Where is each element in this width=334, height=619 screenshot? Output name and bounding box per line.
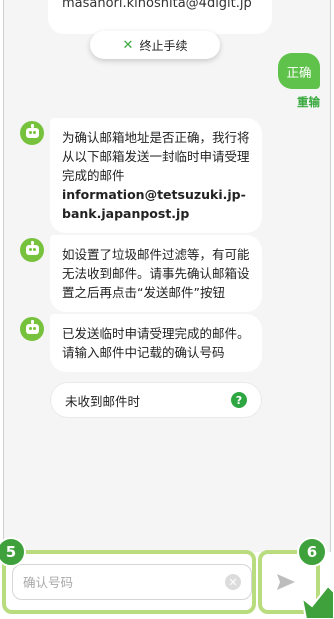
resend-link[interactable]: 重输 [297, 94, 320, 110]
bot-avatar-icon [20, 317, 44, 341]
hand-pointer-icon [300, 584, 334, 619]
quick-reply-label: 未收到邮件时 [65, 393, 141, 409]
cancel-procedure-button[interactable]: ✕ 终止手续 [90, 31, 220, 59]
previous-message-card: masahori.kinoshita@4digit.jp [48, 0, 272, 34]
quick-reply-no-email[interactable]: 未收到邮件时 ? [50, 382, 262, 418]
bot-message-2: 如设置了垃圾邮件过滤等，有可能无法收到邮件。请事先确认邮箱设置之后再点击“发送邮… [50, 235, 262, 312]
bot-message-1-email: information@tetsuzuki.jp-bank.japanpost.… [62, 187, 246, 221]
cancel-procedure-label: 终止手续 [139, 38, 188, 53]
previous-email-text: masahori.kinoshita@4digit.jp [62, 0, 252, 11]
bot-avatar-icon [20, 238, 44, 262]
bot-message-1-text: 为确认邮箱地址是否正确，我行将从以下邮箱发送一封临时申请受理完成的邮件 [62, 130, 250, 183]
bot-message-3-text: 已发送临时申请受理完成的邮件。请输入邮件中记载的确认号码 [62, 326, 250, 360]
input-highlight-frame [2, 550, 256, 614]
user-message-bubble: 正确 [278, 53, 320, 89]
user-message-text: 正确 [286, 64, 312, 80]
bot-message-2-text: 如设置了垃圾邮件过滤等，有可能无法收到邮件。请事先确认邮箱设置之后再点击“发送邮… [62, 247, 250, 300]
close-icon: ✕ [122, 37, 134, 53]
bot-message-1: 为确认邮箱地址是否正确，我行将从以下邮箱发送一封临时申请受理完成的邮件 info… [50, 118, 262, 233]
bot-message-3: 已发送临时申请受理完成的邮件。请输入邮件中记载的确认号码 [50, 314, 262, 372]
help-icon: ? [231, 392, 247, 408]
step-badge-6: 6 [297, 537, 327, 567]
bot-avatar-icon [20, 121, 44, 145]
